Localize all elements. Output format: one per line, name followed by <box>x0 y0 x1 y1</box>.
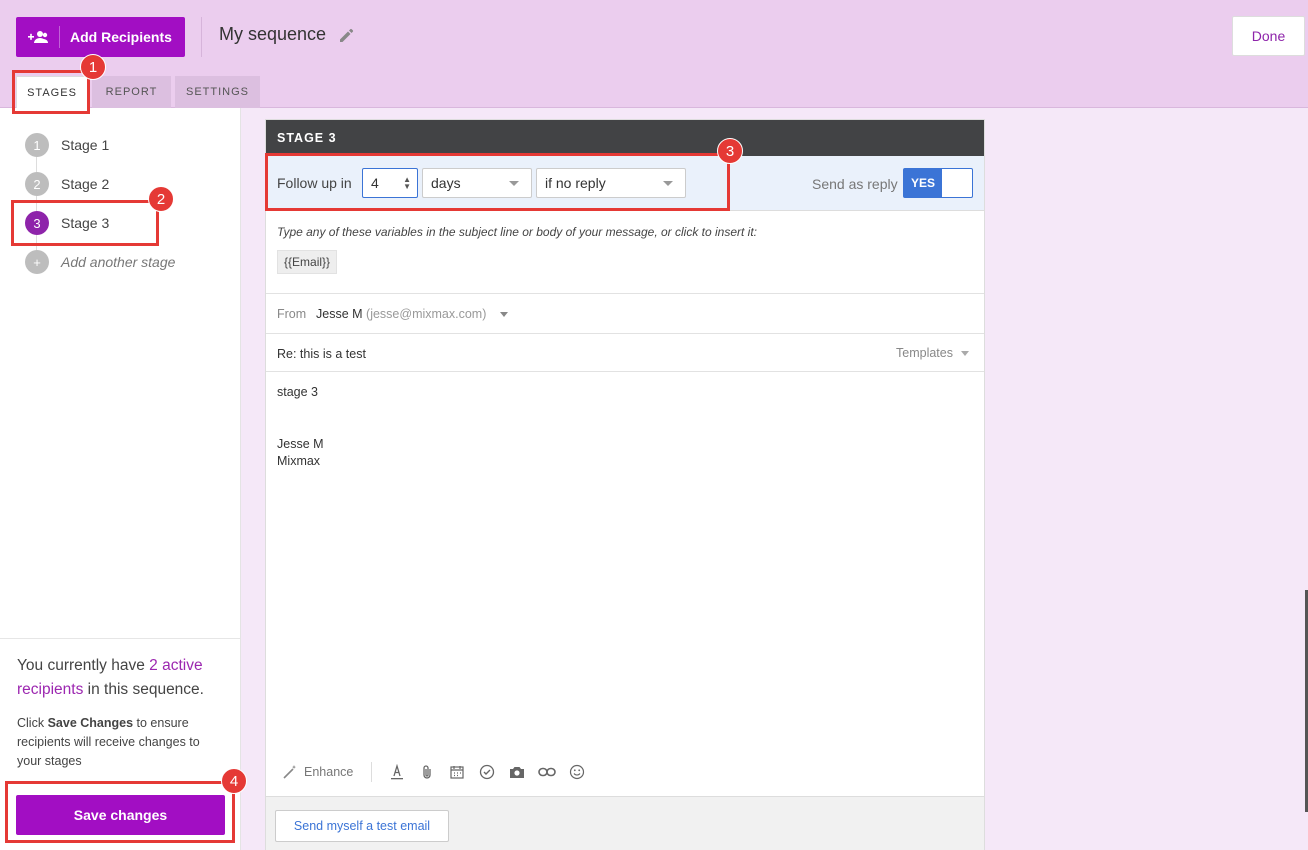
annotation-badge-1: 1 <box>80 54 106 80</box>
from-select[interactable]: Jesse M (jesse@mixmax.com) <box>316 307 486 321</box>
sidebar-item-stage-1[interactable]: 1 Stage 1 <box>25 133 109 157</box>
signature-line: Jesse M <box>277 437 324 451</box>
annotation-badge-3: 3 <box>717 138 743 164</box>
signature-line: Mixmax <box>277 454 321 468</box>
editor-toolbar: Enhance <box>283 760 598 784</box>
text-format-icon[interactable] <box>388 763 406 781</box>
summary-text-end: in this sequence. <box>87 681 204 698</box>
annotation-badge-2: 2 <box>148 186 174 212</box>
help-text-start: Click <box>17 716 45 730</box>
annotation-badge-4: 4 <box>221 768 247 794</box>
stage-number-badge: 3 <box>25 211 49 235</box>
tab-settings[interactable]: SETTINGS <box>175 76 260 108</box>
follow-up-label: Follow up in <box>277 175 352 191</box>
condition-value: if no reply <box>545 175 606 191</box>
done-button[interactable]: Done <box>1232 16 1305 56</box>
stage-number-badge: 2 <box>25 172 49 196</box>
send-as-reply-toggle[interactable]: YES <box>903 168 973 198</box>
emoji-icon[interactable] <box>568 763 586 781</box>
divider <box>266 333 984 334</box>
save-changes-button[interactable]: Save changes <box>16 795 225 835</box>
save-help-text: Click Save Changes to ensure recipients … <box>17 714 222 771</box>
toggle-yes-label: YES <box>904 169 942 197</box>
enhance-label: Enhance <box>304 765 354 779</box>
chevron-down-icon <box>509 181 519 186</box>
tab-report[interactable]: REPORT <box>92 76 171 108</box>
stepper-arrows-icon[interactable]: ▲ ▼ <box>403 176 411 191</box>
divider <box>266 293 984 294</box>
sidebar-item-stage-3[interactable]: 3 Stage 3 <box>25 211 109 235</box>
stage-header: STAGE 3 <box>266 120 984 156</box>
stage-label: Stage 1 <box>61 137 110 153</box>
chevron-down-icon <box>663 181 673 186</box>
add-recipients-label: Add Recipients <box>70 29 172 45</box>
sequence-title[interactable]: My sequence <box>219 24 326 45</box>
stage-connector-line <box>36 144 37 262</box>
summary-text: You currently have <box>17 657 145 674</box>
stage-number-badge: 1 <box>25 133 49 157</box>
condition-select[interactable]: if no reply <box>536 168 686 198</box>
follow-up-row: Follow up in 4 ▲ ▼ days if no reply Send … <box>266 156 984 211</box>
body-line: stage 3 <box>277 385 319 399</box>
subject-input[interactable]: Re: this is a test <box>277 347 366 361</box>
divider <box>266 371 984 372</box>
send-test-email-button[interactable]: Send myself a test email <box>275 810 449 842</box>
follow-up-days-input[interactable]: 4 ▲ ▼ <box>362 168 418 198</box>
active-recipients-summary: You currently have 2 active recipients i… <box>17 654 232 702</box>
help-text-bold: Save Changes <box>47 716 134 730</box>
editor-footer: Send myself a test email <box>266 796 984 850</box>
attachment-icon[interactable] <box>418 763 436 781</box>
chevron-down-icon[interactable] <box>500 312 508 317</box>
enhance-button[interactable]: Enhance <box>283 765 353 779</box>
add-recipients-button[interactable]: Add Recipients <box>16 17 185 57</box>
pencil-icon[interactable] <box>338 27 356 45</box>
follow-up-value: 4 <box>371 175 379 191</box>
sidebar-divider <box>0 638 240 639</box>
stage-editor-panel: STAGE 3 Follow up in 4 ▲ ▼ days if no rep… <box>265 119 985 850</box>
plus-icon: + <box>25 250 49 274</box>
stage-label: Stage 3 <box>61 215 110 231</box>
stages-sidebar: 1 Stage 1 2 Stage 2 3 Stage 3 + Add anot… <box>0 108 241 850</box>
time-unit-value: days <box>431 175 461 191</box>
tab-stages[interactable]: STAGES <box>16 76 88 109</box>
email-variable-chip[interactable]: {{Email}} <box>277 250 338 274</box>
camera-icon[interactable] <box>508 763 526 781</box>
calendar-icon[interactable] <box>448 763 466 781</box>
top-header: Add Recipients My sequence Done STAGES R… <box>0 0 1308 109</box>
magic-wand-icon <box>283 765 297 779</box>
sidebar-item-stage-2[interactable]: 2 Stage 2 <box>25 172 109 196</box>
variables-hint: Type any of these variables in the subje… <box>277 225 758 239</box>
header-divider <box>201 17 202 57</box>
add-stage-button[interactable]: + Add another stage <box>25 250 175 274</box>
toolbar-divider <box>371 762 373 782</box>
from-email: (jesse@mixmax.com) <box>366 307 487 321</box>
send-as-reply-label: Send as reply <box>812 176 898 192</box>
check-circle-icon[interactable] <box>478 763 496 781</box>
chevron-down-icon <box>961 351 969 356</box>
email-body-editor[interactable]: stage 3 Jesse M Mixmax <box>277 384 324 470</box>
link-icon[interactable] <box>538 763 557 781</box>
stage-label: Stage 2 <box>61 176 110 192</box>
templates-dropdown[interactable]: Templates <box>896 346 953 360</box>
from-name: Jesse M <box>316 307 363 321</box>
time-unit-select[interactable]: days <box>422 168 532 198</box>
add-people-icon <box>16 26 60 48</box>
add-stage-label: Add another stage <box>61 254 176 270</box>
from-label: From <box>277 307 307 321</box>
